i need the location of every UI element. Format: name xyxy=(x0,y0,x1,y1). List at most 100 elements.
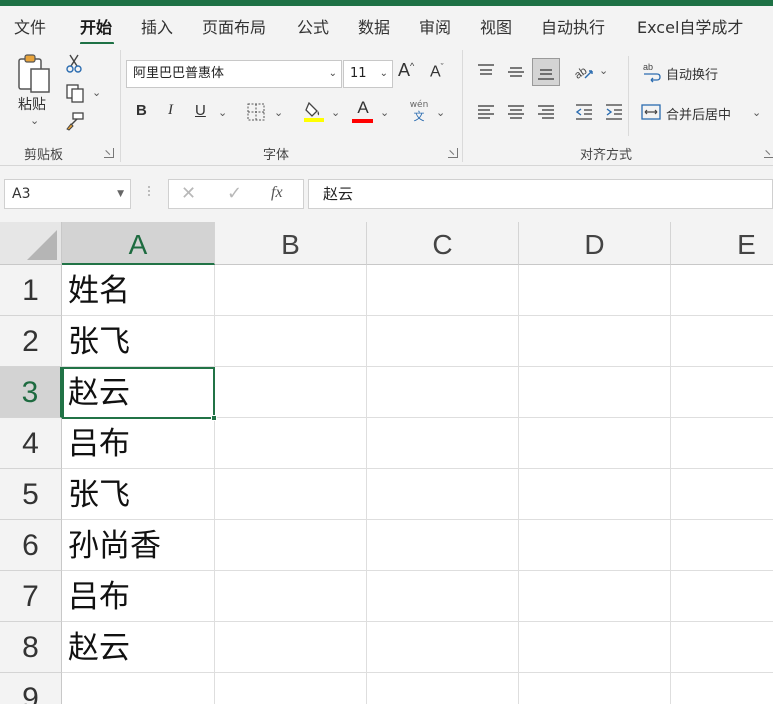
increase-font-icon: A xyxy=(398,60,411,80)
tab-page-layout[interactable]: 页面布局 xyxy=(202,14,266,38)
column-header-a[interactable]: A xyxy=(62,222,215,265)
phonetic-guide-icon[interactable]: wén 文 xyxy=(406,98,432,126)
clipboard-group-label: 剪贴板 xyxy=(24,148,64,163)
tab-home[interactable]: 开始 xyxy=(80,14,112,38)
row-header-4[interactable]: 4 xyxy=(0,418,62,469)
wrap-text-icon-text: ab xyxy=(643,62,653,72)
clipboard-launcher-icon[interactable] xyxy=(104,148,114,158)
paste-icon[interactable] xyxy=(14,52,56,96)
row-header-3[interactable]: 3 xyxy=(0,367,62,418)
font-group-label: 字体 xyxy=(263,148,290,163)
formula-input[interactable]: 赵云 xyxy=(308,179,773,209)
font-name-value: 阿里巴巴普惠体 xyxy=(133,66,225,81)
gridline xyxy=(670,265,671,704)
row-header-8[interactable]: 8 xyxy=(0,622,62,673)
font-launcher-icon[interactable] xyxy=(448,148,458,158)
font-color-dropdown-icon[interactable]: ⌄ xyxy=(380,106,389,119)
wrap-text-button[interactable]: 自动换行 xyxy=(666,64,718,83)
increase-font-size-button[interactable]: A^ xyxy=(398,60,414,81)
gridline xyxy=(518,265,519,704)
align-middle-icon[interactable] xyxy=(504,60,528,84)
tab-view[interactable]: 视图 xyxy=(480,14,512,38)
borders-dropdown-icon[interactable]: ⌄ xyxy=(274,106,283,119)
chevron-down-icon[interactable]: ▼ xyxy=(117,180,124,208)
tab-file[interactable]: 文件 xyxy=(14,14,46,38)
copy-dropdown-icon[interactable]: ⌄ xyxy=(92,86,101,99)
tab-formulas[interactable]: 公式 xyxy=(297,14,329,38)
alignment-launcher-icon[interactable] xyxy=(764,148,773,158)
paste-dropdown-icon[interactable]: ⌄ xyxy=(30,114,39,127)
column-header-e[interactable]: E xyxy=(671,222,773,265)
orientation-icon[interactable]: ab xyxy=(572,60,596,84)
merge-center-icon[interactable] xyxy=(640,100,662,124)
align-center-icon[interactable] xyxy=(504,100,528,124)
phonetic-dropdown-icon[interactable]: ⌄ xyxy=(436,106,445,119)
tab-insert[interactable]: 插入 xyxy=(141,14,173,38)
phonetic-top-text: wén xyxy=(409,100,429,110)
merge-center-dropdown-icon[interactable]: ⌄ xyxy=(752,106,761,119)
column-header-b[interactable]: B xyxy=(215,222,367,265)
cell-a8[interactable]: 赵云 xyxy=(62,622,215,673)
bold-button[interactable]: B xyxy=(136,102,147,119)
align-bottom-icon[interactable] xyxy=(532,58,560,86)
row-header-6[interactable]: 6 xyxy=(0,520,62,571)
row-header-7[interactable]: 7 xyxy=(0,571,62,622)
fill-handle[interactable] xyxy=(211,415,217,421)
column-header-d[interactable]: D xyxy=(519,222,671,265)
merge-center-button[interactable]: 合并后居中 xyxy=(666,104,731,123)
copy-icon[interactable] xyxy=(64,82,86,104)
font-color-button[interactable]: A xyxy=(351,98,375,124)
column-header-c[interactable]: C xyxy=(367,222,519,265)
row-header-9[interactable]: 9 xyxy=(0,673,62,704)
decrease-font-icon: A xyxy=(430,63,441,81)
tab-data[interactable]: 数据 xyxy=(358,14,390,38)
align-right-icon[interactable] xyxy=(534,100,558,124)
enter-icon[interactable]: ✓ xyxy=(227,183,242,204)
formula-bar-grip-icon[interactable] xyxy=(148,184,152,204)
orientation-dropdown-icon[interactable]: ⌄ xyxy=(599,64,608,77)
cell-a5[interactable]: 张飞 xyxy=(62,469,215,520)
group-divider xyxy=(462,50,463,162)
formula-bar: A3 ▼ ✕ ✓ fx 赵云 xyxy=(0,166,773,222)
formula-buttons: ✕ ✓ fx xyxy=(168,179,304,209)
name-box-value: A3 xyxy=(12,186,31,202)
font-size-combo[interactable]: 11 ⌄ xyxy=(343,60,393,88)
cell-a7[interactable]: 吕布 xyxy=(62,571,215,622)
insert-function-icon[interactable]: fx xyxy=(271,184,283,202)
underline-button[interactable]: U xyxy=(195,102,206,119)
row-header-5[interactable]: 5 xyxy=(0,469,62,520)
align-left-icon[interactable] xyxy=(474,100,498,124)
cut-icon[interactable] xyxy=(64,52,84,74)
cell-a4[interactable]: 吕布 xyxy=(62,418,215,469)
select-all-button[interactable] xyxy=(0,222,62,265)
underline-dropdown-icon[interactable]: ⌄ xyxy=(218,106,227,119)
name-box[interactable]: A3 ▼ xyxy=(4,179,131,209)
ribbon-tab-bar: 文件 开始 插入 页面布局 公式 数据 审阅 视图 自动执行 Excel自学成才 xyxy=(0,6,773,45)
cell-a6[interactable]: 孙尚香 xyxy=(62,520,215,571)
tab-review[interactable]: 审阅 xyxy=(419,14,451,38)
format-painter-icon[interactable] xyxy=(64,110,86,132)
font-color-icon: A xyxy=(357,98,369,117)
cell-a2[interactable]: 张飞 xyxy=(62,316,215,367)
phonetic-bottom-text: 文 xyxy=(413,110,425,123)
decrease-indent-icon[interactable] xyxy=(572,100,596,124)
fill-color-icon[interactable] xyxy=(302,98,326,124)
decrease-font-size-button[interactable]: Aˇ xyxy=(430,62,444,81)
font-name-combo[interactable]: 阿里巴巴普惠体 ⌄ xyxy=(126,60,342,88)
row-header-2[interactable]: 2 xyxy=(0,316,62,367)
tab-automate[interactable]: 自动执行 xyxy=(541,14,605,38)
increase-indent-icon[interactable] xyxy=(602,100,626,124)
italic-button[interactable]: I xyxy=(168,102,173,119)
wrap-text-icon[interactable]: ab xyxy=(642,60,662,84)
fill-color-dropdown-icon[interactable]: ⌄ xyxy=(331,106,340,119)
alignment-group-label: 对齐方式 xyxy=(580,148,633,163)
chevron-down-icon: ⌄ xyxy=(379,68,388,79)
align-top-icon[interactable] xyxy=(474,60,498,84)
paste-label[interactable]: 粘贴 xyxy=(18,94,46,114)
borders-icon[interactable] xyxy=(246,102,266,122)
ribbon: 粘贴 ⌄ ⌄ 剪贴板 阿里巴巴普惠体 ⌄ 11 ⌄ A^ Aˇ B I U ⌄ … xyxy=(0,44,773,166)
tab-excel-self-study[interactable]: Excel自学成才 xyxy=(637,14,743,38)
cancel-icon[interactable]: ✕ xyxy=(181,183,196,204)
cell-a1[interactable]: 姓名 xyxy=(62,265,215,316)
row-header-1[interactable]: 1 xyxy=(0,265,62,316)
